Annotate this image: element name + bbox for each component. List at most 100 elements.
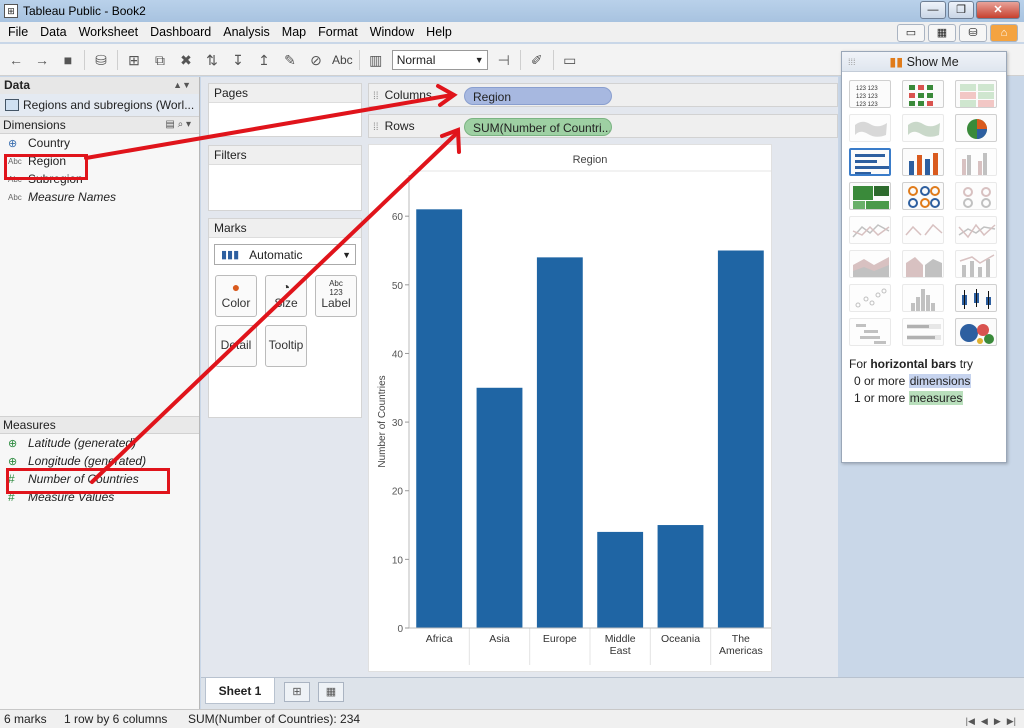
rows-pill-number-of-countries[interactable]: SUM(Number of Countri...	[464, 118, 612, 136]
dual-lines-icon[interactable]	[955, 216, 997, 244]
field-country[interactable]: ⊕ Country	[0, 134, 199, 152]
area-continuous-icon[interactable]	[849, 250, 891, 278]
home-icon[interactable]: ⌂	[990, 24, 1018, 42]
svg-text:123 123: 123 123	[856, 102, 878, 108]
dimensions-controls-icon[interactable]: ▤ ⌕ ▾	[165, 117, 191, 133]
data-source-icon[interactable]: ⛁	[959, 24, 987, 42]
chart-canvas[interactable]: Region 0 10 20 30 40 50 60 Number of Countries Af…	[368, 144, 772, 672]
menu-format[interactable]: Format	[312, 25, 364, 39]
redo-icon[interactable]: →	[32, 50, 52, 70]
pie-chart-icon[interactable]	[955, 114, 997, 142]
pages-card[interactable]: Pages	[208, 83, 362, 137]
clear-sheet-icon[interactable]: ✖	[176, 50, 196, 70]
menu-dashboard[interactable]: Dashboard	[144, 25, 217, 39]
lines-discrete-icon[interactable]	[902, 216, 944, 244]
next-sheet-icon[interactable]: ▶	[994, 712, 1001, 728]
heat-map-icon[interactable]	[902, 80, 944, 108]
highlight-icon[interactable]: ✎	[280, 50, 300, 70]
fix-axes-icon[interactable]: ⊣	[494, 50, 514, 70]
sheet-navigation: |◀ ◀ ▶ ▶|	[966, 712, 1016, 728]
field-latitude[interactable]: ⊕ Latitude (generated)	[0, 434, 199, 452]
label-button[interactable]: Abc 123 Label	[315, 275, 357, 317]
chart-type-icon[interactable]: ▥	[366, 50, 386, 70]
presentation-icon[interactable]: ▭	[560, 50, 580, 70]
area-discrete-icon[interactable]	[902, 250, 944, 278]
first-sheet-icon[interactable]: |◀	[966, 712, 975, 728]
status-sum: SUM(Number of Countries): 234	[188, 712, 361, 726]
pen-icon[interactable]: ✐	[527, 50, 547, 70]
database-icon[interactable]: ⛁	[91, 50, 111, 70]
field-measure-names[interactable]: Abc Measure Names	[0, 188, 199, 206]
treemap-icon[interactable]	[849, 182, 891, 210]
highlight-table-icon[interactable]	[955, 80, 997, 108]
mark-type-select[interactable]: ▮▮▮ Automatic ▼	[214, 244, 356, 265]
new-sheet-icon[interactable]: ⊞	[124, 50, 144, 70]
x-tick-label: East	[610, 645, 631, 657]
tooltip-label: Tooltip	[268, 338, 304, 352]
undo-icon[interactable]: ←	[6, 50, 26, 70]
swap-icon[interactable]: ⇅	[202, 50, 222, 70]
bullet-graph-icon[interactable]	[902, 318, 944, 346]
filled-map-icon[interactable]	[902, 114, 944, 142]
abc-label-icon: Abc 123	[329, 279, 343, 297]
color-button[interactable]: ● Color	[215, 275, 257, 317]
lines-continuous-icon[interactable]	[849, 216, 891, 244]
y-tick-label: 50	[392, 281, 404, 292]
gantt-chart-icon[interactable]	[849, 318, 891, 346]
menu-worksheet[interactable]: Worksheet	[73, 25, 145, 39]
packed-bubbles-icon[interactable]	[955, 318, 997, 346]
new-worksheet-icon[interactable]: ⊞	[284, 682, 310, 702]
number-of-countries-highlight-box	[6, 468, 170, 494]
detail-button[interactable]: Detail	[215, 325, 257, 367]
text-table-icon[interactable]: 123 123 123 123 123 123	[849, 80, 891, 108]
box-whisker-icon[interactable]	[955, 284, 997, 312]
close-button[interactable]: ✕	[976, 1, 1020, 19]
menu-data[interactable]: Data	[34, 25, 72, 39]
stacked-bars-icon[interactable]	[902, 148, 944, 176]
columns-pill-region[interactable]: Region	[464, 87, 612, 105]
prev-sheet-icon[interactable]: ◀	[981, 712, 988, 728]
size-icon: ◔	[281, 279, 291, 295]
circle-views-icon[interactable]	[902, 182, 944, 210]
size-button[interactable]: ◔ Size	[265, 275, 307, 317]
menu-analysis[interactable]: Analysis	[217, 25, 276, 39]
chevron-down-icon: ▼	[474, 54, 484, 65]
sorter-view-icon[interactable]: ▦	[928, 24, 956, 42]
x-tick-label: The	[732, 633, 750, 645]
maximize-button[interactable]: ❐	[948, 1, 974, 19]
horizontal-bars-icon[interactable]	[849, 148, 891, 176]
minimize-button[interactable]: —	[920, 1, 946, 19]
side-by-side-circles-icon[interactable]	[955, 182, 997, 210]
columns-shelf[interactable]: ⁞⁞ Columns Region	[368, 83, 838, 107]
hint-measures: measures	[908, 391, 964, 405]
dual-combination-icon[interactable]	[955, 250, 997, 278]
menu-help[interactable]: Help	[420, 25, 458, 39]
show-labels-button[interactable]: Abc	[332, 53, 353, 67]
symbol-map-icon[interactable]	[849, 114, 891, 142]
save-icon[interactable]: ■	[58, 50, 78, 70]
histogram-icon[interactable]	[902, 284, 944, 312]
duplicate-sheet-icon[interactable]: ⧉	[150, 50, 170, 70]
side-by-side-bars-icon[interactable]	[955, 148, 997, 176]
filters-title: Filters	[209, 146, 361, 165]
view-size-select[interactable]: Normal ▼	[391, 49, 488, 70]
scatter-plot-icon[interactable]	[849, 284, 891, 312]
sort-ascending-icon[interactable]: ↧	[228, 50, 248, 70]
menu-file[interactable]: File	[2, 25, 34, 39]
marks-card: Marks ▮▮▮ Automatic ▼ ● Color ◔ Size Abc…	[208, 218, 362, 418]
menu-window[interactable]: Window	[364, 25, 420, 39]
tooltip-button[interactable]: Tooltip	[265, 325, 307, 367]
last-sheet-icon[interactable]: ▶|	[1007, 712, 1016, 728]
menu-map[interactable]: Map	[276, 25, 312, 39]
datasource-item[interactable]: Regions and subregions (Worl...	[0, 94, 199, 116]
datasource-icon	[5, 99, 19, 111]
show-me-header[interactable]: ⁞⁞⁞ ▮▮ Show Me	[842, 52, 1006, 72]
sort-descending-icon[interactable]: ↥	[254, 50, 274, 70]
sheet-tab-1[interactable]: Sheet 1	[205, 678, 275, 704]
new-dashboard-icon[interactable]: ▦	[318, 682, 344, 702]
sheet-view-icon[interactable]: ▭	[897, 24, 925, 42]
group-icon[interactable]: ⊘	[306, 50, 326, 70]
sort-icon[interactable]: ▲▼	[173, 77, 191, 94]
rows-shelf[interactable]: ⁞⁞ Rows SUM(Number of Countri...	[368, 114, 838, 138]
filters-card[interactable]: Filters	[208, 145, 362, 211]
